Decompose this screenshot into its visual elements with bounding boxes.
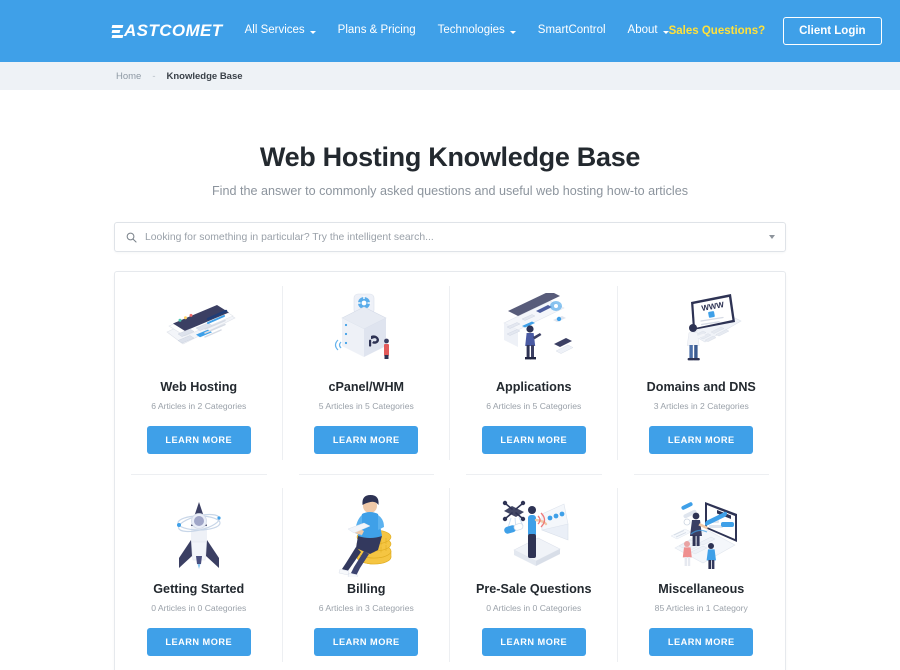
person-presentation-screen-icon (456, 490, 612, 578)
page-subtitle: Find the answer to commonly asked questi… (211, 184, 689, 198)
main-nav: All Services Plans & Pricing Technologie… (245, 25, 669, 37)
category-meta: 3 Articles in 2 Categories (653, 401, 749, 411)
rocket-orbit-icon (121, 490, 277, 578)
nav-label: Technologies (437, 24, 505, 37)
category-meta: 0 Articles in 0 Categories (151, 603, 247, 613)
category-card-getting-started[interactable]: Getting Started 0 Articles in 0 Categori… (115, 474, 283, 670)
category-card-web-hosting[interactable]: Web Hosting 6 Articles in 2 Categories L… (115, 272, 283, 474)
category-card-cpanel-whm[interactable]: cPanel/WHM 5 Articles in 5 Categories LE… (283, 272, 451, 474)
nav-label: All Services (244, 24, 305, 37)
category-meta: 6 Articles in 2 Categories (151, 401, 247, 411)
nav-item-plans-pricing[interactable]: Plans & Pricing (338, 25, 416, 37)
learn-more-button[interactable]: LEARN MORE (146, 628, 251, 656)
search-input[interactable] (145, 231, 763, 243)
nav-label: SmartControl (537, 24, 606, 37)
nav-label: About (627, 24, 658, 37)
category-title: Web Hosting (160, 380, 238, 394)
category-meta: 6 Articles in 5 Categories (486, 401, 582, 411)
search-section (114, 222, 786, 252)
nav-item-all-services[interactable]: All Services (245, 25, 316, 37)
category-meta: 0 Articles in 0 Categories (486, 603, 582, 613)
fastcomet-logo[interactable]: ASTCOMET (111, 21, 223, 41)
hero-section: Web Hosting Knowledge Base Find the answ… (0, 90, 900, 198)
chevron-down-icon (309, 30, 316, 34)
logo-text: ASTCOMET (124, 21, 223, 40)
nav-item-about[interactable]: About (628, 25, 669, 37)
learn-more-button[interactable]: LEARN MORE (649, 628, 754, 656)
isometric-browser-window-icon (121, 288, 277, 376)
learn-more-button[interactable]: LEARN MORE (314, 628, 419, 656)
breadcrumb: Home - Knowledge Base (0, 62, 900, 90)
client-login-button[interactable]: Client Login (783, 17, 882, 45)
page-title: Web Hosting Knowledge Base (259, 142, 641, 172)
category-title: Domains and DNS (646, 380, 756, 394)
isometric-laptop-workspace-icon (624, 490, 780, 578)
chevron-down-icon (509, 30, 516, 34)
nav-item-technologies[interactable]: Technologies (438, 25, 516, 37)
header-actions: Sales Questions? Client Login (669, 17, 882, 45)
learn-more-button[interactable]: LEARN MORE (481, 426, 586, 454)
category-title: Pre-Sale Questions (476, 582, 592, 596)
learn-more-button[interactable]: LEARN MORE (481, 628, 586, 656)
category-grid: Web Hosting 6 Articles in 2 Categories L… (114, 271, 786, 670)
site-header: ASTCOMET All Services Plans & Pricing Te… (0, 0, 900, 62)
breadcrumb-current: Knowledge Base (166, 70, 243, 82)
category-card-billing[interactable]: Billing 6 Articles in 3 Categories LEARN… (283, 474, 451, 670)
breadcrumb-separator: - (152, 70, 156, 82)
search-box[interactable] (114, 222, 786, 252)
isometric-server-stack-icon (289, 288, 445, 376)
sales-questions-link[interactable]: Sales Questions? (669, 25, 766, 37)
category-meta: 85 Articles in 1 Category (654, 603, 748, 613)
category-card-pre-sale-questions[interactable]: Pre-Sale Questions 0 Articles in 0 Categ… (450, 474, 618, 670)
isometric-app-dashboard-person-icon (456, 288, 612, 376)
search-icon (126, 232, 137, 243)
category-card-applications[interactable]: Applications 6 Articles in 5 Categories … (450, 272, 618, 474)
nav-item-smartcontrol[interactable]: SmartControl (538, 25, 606, 37)
learn-more-button[interactable]: LEARN MORE (146, 426, 251, 454)
person-on-coins-icon (289, 490, 445, 578)
category-meta: 6 Articles in 3 Categories (318, 603, 414, 613)
category-title: Billing (347, 582, 386, 596)
category-title: cPanel/WHM (328, 380, 405, 394)
category-meta: 5 Articles in 5 Categories (318, 401, 414, 411)
category-card-domains-dns[interactable]: WWW Domains and DNS 3 Articles in 2 Cate… (618, 272, 786, 474)
nav-label: Plans & Pricing (337, 24, 416, 37)
learn-more-button[interactable]: LEARN MORE (649, 426, 754, 454)
learn-more-button[interactable]: LEARN MORE (314, 426, 419, 454)
category-title: Miscellaneous (658, 582, 745, 596)
chevron-down-icon (662, 30, 669, 34)
breadcrumb-home[interactable]: Home (116, 71, 141, 82)
category-title: Getting Started (153, 582, 245, 596)
category-card-miscellaneous[interactable]: Miscellaneous 85 Articles in 1 Category … (618, 474, 786, 670)
category-title: Applications (495, 380, 572, 394)
search-dropdown-chevron-down-icon[interactable] (769, 235, 775, 239)
isometric-laptop-www-icon: WWW (624, 288, 780, 376)
fastcomet-speed-mark-icon (111, 24, 124, 38)
